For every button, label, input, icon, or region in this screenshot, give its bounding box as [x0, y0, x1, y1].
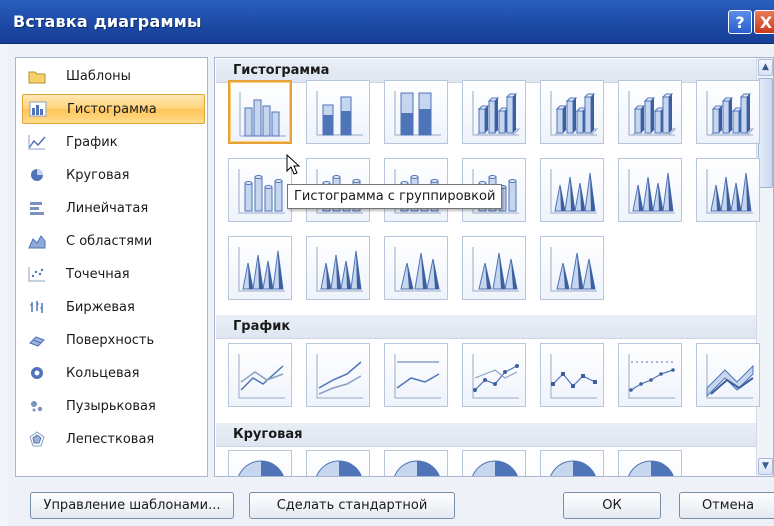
line-chart-icon: [28, 134, 46, 150]
category-item-4[interactable]: Круговая: [22, 160, 205, 190]
manage-templates-button[interactable]: Управление шаблонами...: [30, 492, 234, 519]
scroll-up-button[interactable]: ▲: [758, 59, 773, 76]
category-item-7[interactable]: Точечная: [22, 259, 205, 289]
help-button[interactable]: ?: [728, 10, 752, 34]
category-label: Кольцевая: [66, 365, 140, 381]
bubble-chart-icon: [28, 398, 46, 414]
close-icon: X: [759, 12, 773, 32]
cancel-button[interactable]: Отмена: [679, 492, 774, 519]
set-default-button[interactable]: Сделать стандартной: [249, 492, 455, 519]
line-subtype-thumb-1[interactable]: [228, 343, 292, 407]
pie-chart-icon: [28, 167, 46, 183]
column-subtype-thumb-12[interactable]: [540, 158, 604, 222]
stock-chart-icon: [28, 299, 46, 315]
category-item-10[interactable]: Кольцевая: [22, 358, 205, 388]
cancel-label: Отмена: [701, 498, 755, 513]
category-item-12[interactable]: Лепестковая: [22, 424, 205, 454]
column-subtype-thumb-4[interactable]: [462, 80, 526, 144]
column-subtype-thumb-15[interactable]: [228, 236, 292, 300]
category-item-6[interactable]: С областями: [22, 226, 205, 256]
category-label: Биржевая: [66, 299, 135, 315]
line-subtype-thumb-3[interactable]: [384, 343, 448, 407]
column-subtype-thumb-7[interactable]: [696, 80, 760, 144]
window-title: Вставка диаграммы: [13, 12, 202, 31]
category-label: Шаблоны: [66, 68, 131, 84]
category-label: Пузырьковая: [66, 398, 156, 414]
line-subtype-thumb-7[interactable]: [696, 343, 760, 407]
scatter-chart-icon: [28, 266, 46, 282]
surface-chart-icon: [28, 332, 46, 348]
category-item-9[interactable]: Поверхность: [22, 325, 205, 355]
section-header-pie: Круговая: [216, 423, 756, 447]
line-subtype-thumb-2[interactable]: [306, 343, 370, 407]
mouse-cursor-icon: [286, 154, 300, 175]
pie-subtype-thumb-6[interactable]: [618, 450, 682, 476]
column-subtype-thumb-1[interactable]: [228, 80, 292, 144]
column-subtype-thumb-8[interactable]: [228, 158, 292, 222]
category-item-5[interactable]: Линейчатая: [22, 193, 205, 223]
column-subtype-thumb-2[interactable]: [306, 80, 370, 144]
column-subtype-thumb-16[interactable]: [306, 236, 370, 300]
category-label: Круговая: [66, 167, 130, 183]
category-label: Поверхность: [66, 332, 155, 348]
pie-subtype-thumb-1[interactable]: [228, 450, 292, 476]
area-chart-icon: [28, 233, 46, 249]
category-label: Лепестковая: [66, 431, 155, 447]
category-label: Точечная: [66, 266, 130, 282]
line-subtype-thumb-4[interactable]: [462, 343, 526, 407]
chart-subtype-gallery: Гистограмма График Круговая ▲ ▼: [214, 57, 774, 477]
column-subtype-thumb-18[interactable]: [462, 236, 526, 300]
category-item-1[interactable]: Шаблоны: [22, 61, 205, 91]
chart-subtype-tooltip: Гистограмма с группировкой: [287, 184, 503, 209]
category-item-11[interactable]: Пузырьковая: [22, 391, 205, 421]
ok-button[interactable]: ОК: [563, 492, 661, 519]
pie-subtype-thumb-2[interactable]: [306, 450, 370, 476]
category-label: Гистограмма: [67, 101, 157, 117]
line-subtype-thumb-6[interactable]: [618, 343, 682, 407]
bar-chart-icon: [28, 200, 46, 216]
close-button[interactable]: X: [754, 10, 774, 34]
insert-chart-dialog: Вставка диаграммы ? X Шаблоны Гистограмма…: [0, 0, 774, 526]
doughnut-chart-icon: [28, 365, 46, 381]
category-label: С областями: [66, 233, 153, 249]
category-item-8[interactable]: Биржевая: [22, 292, 205, 322]
category-label: График: [66, 134, 118, 150]
column-subtype-thumb-5[interactable]: [540, 80, 604, 144]
ok-label: ОК: [602, 498, 622, 513]
pie-subtype-thumb-5[interactable]: [540, 450, 604, 476]
category-item-3[interactable]: График: [22, 127, 205, 157]
manage-templates-label: Управление шаблонами...: [43, 498, 221, 513]
category-label: Линейчатая: [66, 200, 149, 216]
column-subtype-thumb-13[interactable]: [618, 158, 682, 222]
column-chart-icon: [29, 101, 47, 117]
radar-chart-icon: [28, 431, 46, 447]
section-header-line: График: [216, 315, 756, 339]
category-item-2[interactable]: Гистограмма: [22, 94, 205, 124]
scroll-down-button[interactable]: ▼: [758, 458, 773, 475]
line-subtype-thumb-5[interactable]: [540, 343, 604, 407]
folder-icon: [28, 68, 46, 84]
column-subtype-thumb-6[interactable]: [618, 80, 682, 144]
column-subtype-thumb-3[interactable]: [384, 80, 448, 144]
chart-category-list: Шаблоны Гистограмма График Круговая Линейчат…: [15, 57, 208, 477]
pie-subtype-thumb-3[interactable]: [384, 450, 448, 476]
help-icon: ?: [735, 12, 745, 32]
set-default-label: Сделать стандартной: [276, 498, 428, 513]
dialog-client-area: Шаблоны Гистограмма График Круговая Линейчат…: [8, 44, 774, 526]
title-bar: Вставка диаграммы ? X: [0, 0, 774, 44]
pie-subtype-thumb-4[interactable]: [462, 450, 526, 476]
column-subtype-thumb-19[interactable]: [540, 236, 604, 300]
column-subtype-thumb-17[interactable]: [384, 236, 448, 300]
column-subtype-thumb-14[interactable]: [696, 158, 760, 222]
